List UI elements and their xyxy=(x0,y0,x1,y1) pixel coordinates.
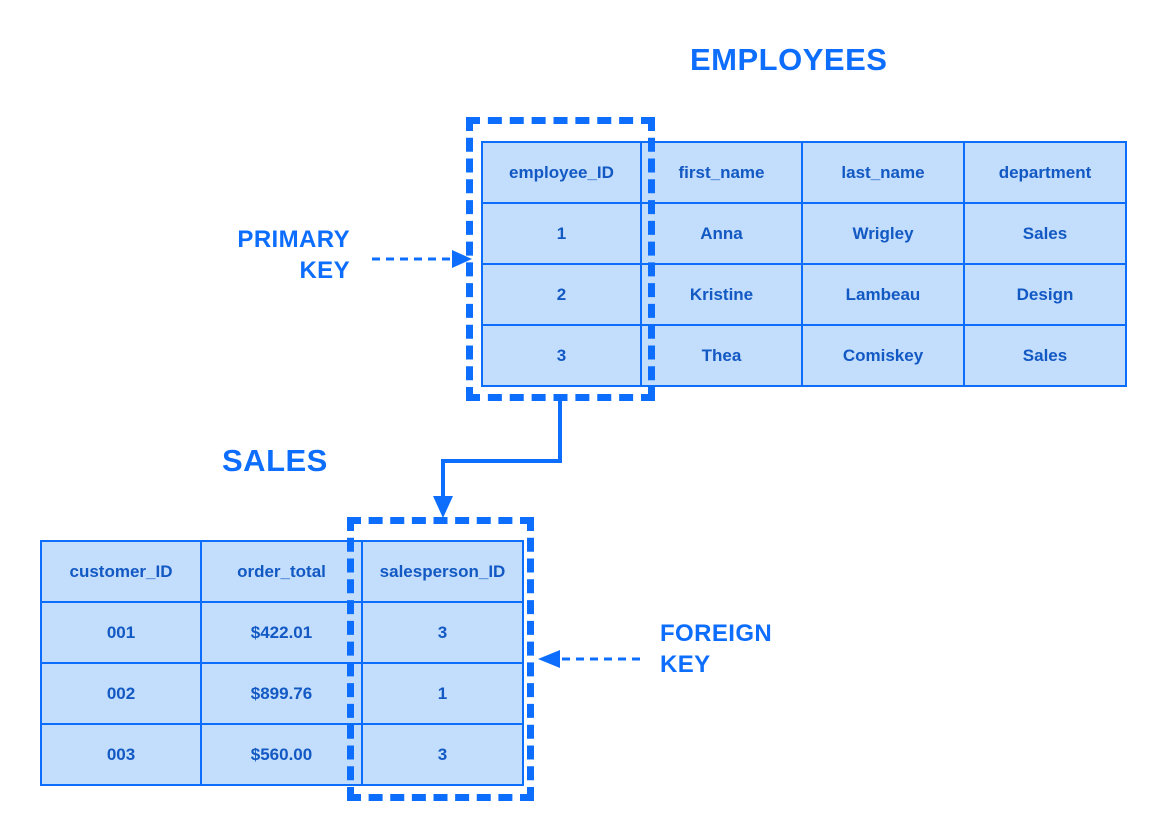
cell-department: Sales xyxy=(963,324,1127,387)
foreign-key-highlight-box xyxy=(347,517,534,801)
cell-order-total: $560.00 xyxy=(200,723,363,786)
foreign-key-label: FOREIGN KEY xyxy=(660,620,773,678)
cell-order-total: $899.76 xyxy=(200,662,363,725)
connector-path xyxy=(441,400,562,500)
cell-customer-id: 003 xyxy=(40,723,202,786)
cell-order-total: $422.01 xyxy=(200,601,363,664)
column-header-first-name: first_name xyxy=(640,141,803,204)
cell-first-name: Kristine xyxy=(640,263,803,326)
primary-key-label: PRIMARY KEY xyxy=(237,226,350,284)
column-header-last-name: last_name xyxy=(801,141,965,204)
employees-table-title: EMPLOYEES xyxy=(690,42,888,77)
cell-customer-id: 001 xyxy=(40,601,202,664)
cell-first-name: Anna xyxy=(640,202,803,265)
connector-arrowhead-icon xyxy=(433,496,453,518)
cell-last-name: Wrigley xyxy=(801,202,965,265)
cell-last-name: Comiskey xyxy=(801,324,965,387)
cell-last-name: Lambeau xyxy=(801,263,965,326)
cell-first-name: Thea xyxy=(640,324,803,387)
column-header-order-total: order_total xyxy=(200,540,363,603)
cell-department: Design xyxy=(963,263,1127,326)
column-header-department: department xyxy=(963,141,1127,204)
primary-key-highlight-box xyxy=(466,117,655,401)
cell-department: Sales xyxy=(963,202,1127,265)
foreign-key-arrowhead-icon xyxy=(538,650,560,668)
column-header-customer-id: customer_ID xyxy=(40,540,202,603)
sales-table-title: SALES xyxy=(222,443,328,478)
cell-customer-id: 002 xyxy=(40,662,202,725)
